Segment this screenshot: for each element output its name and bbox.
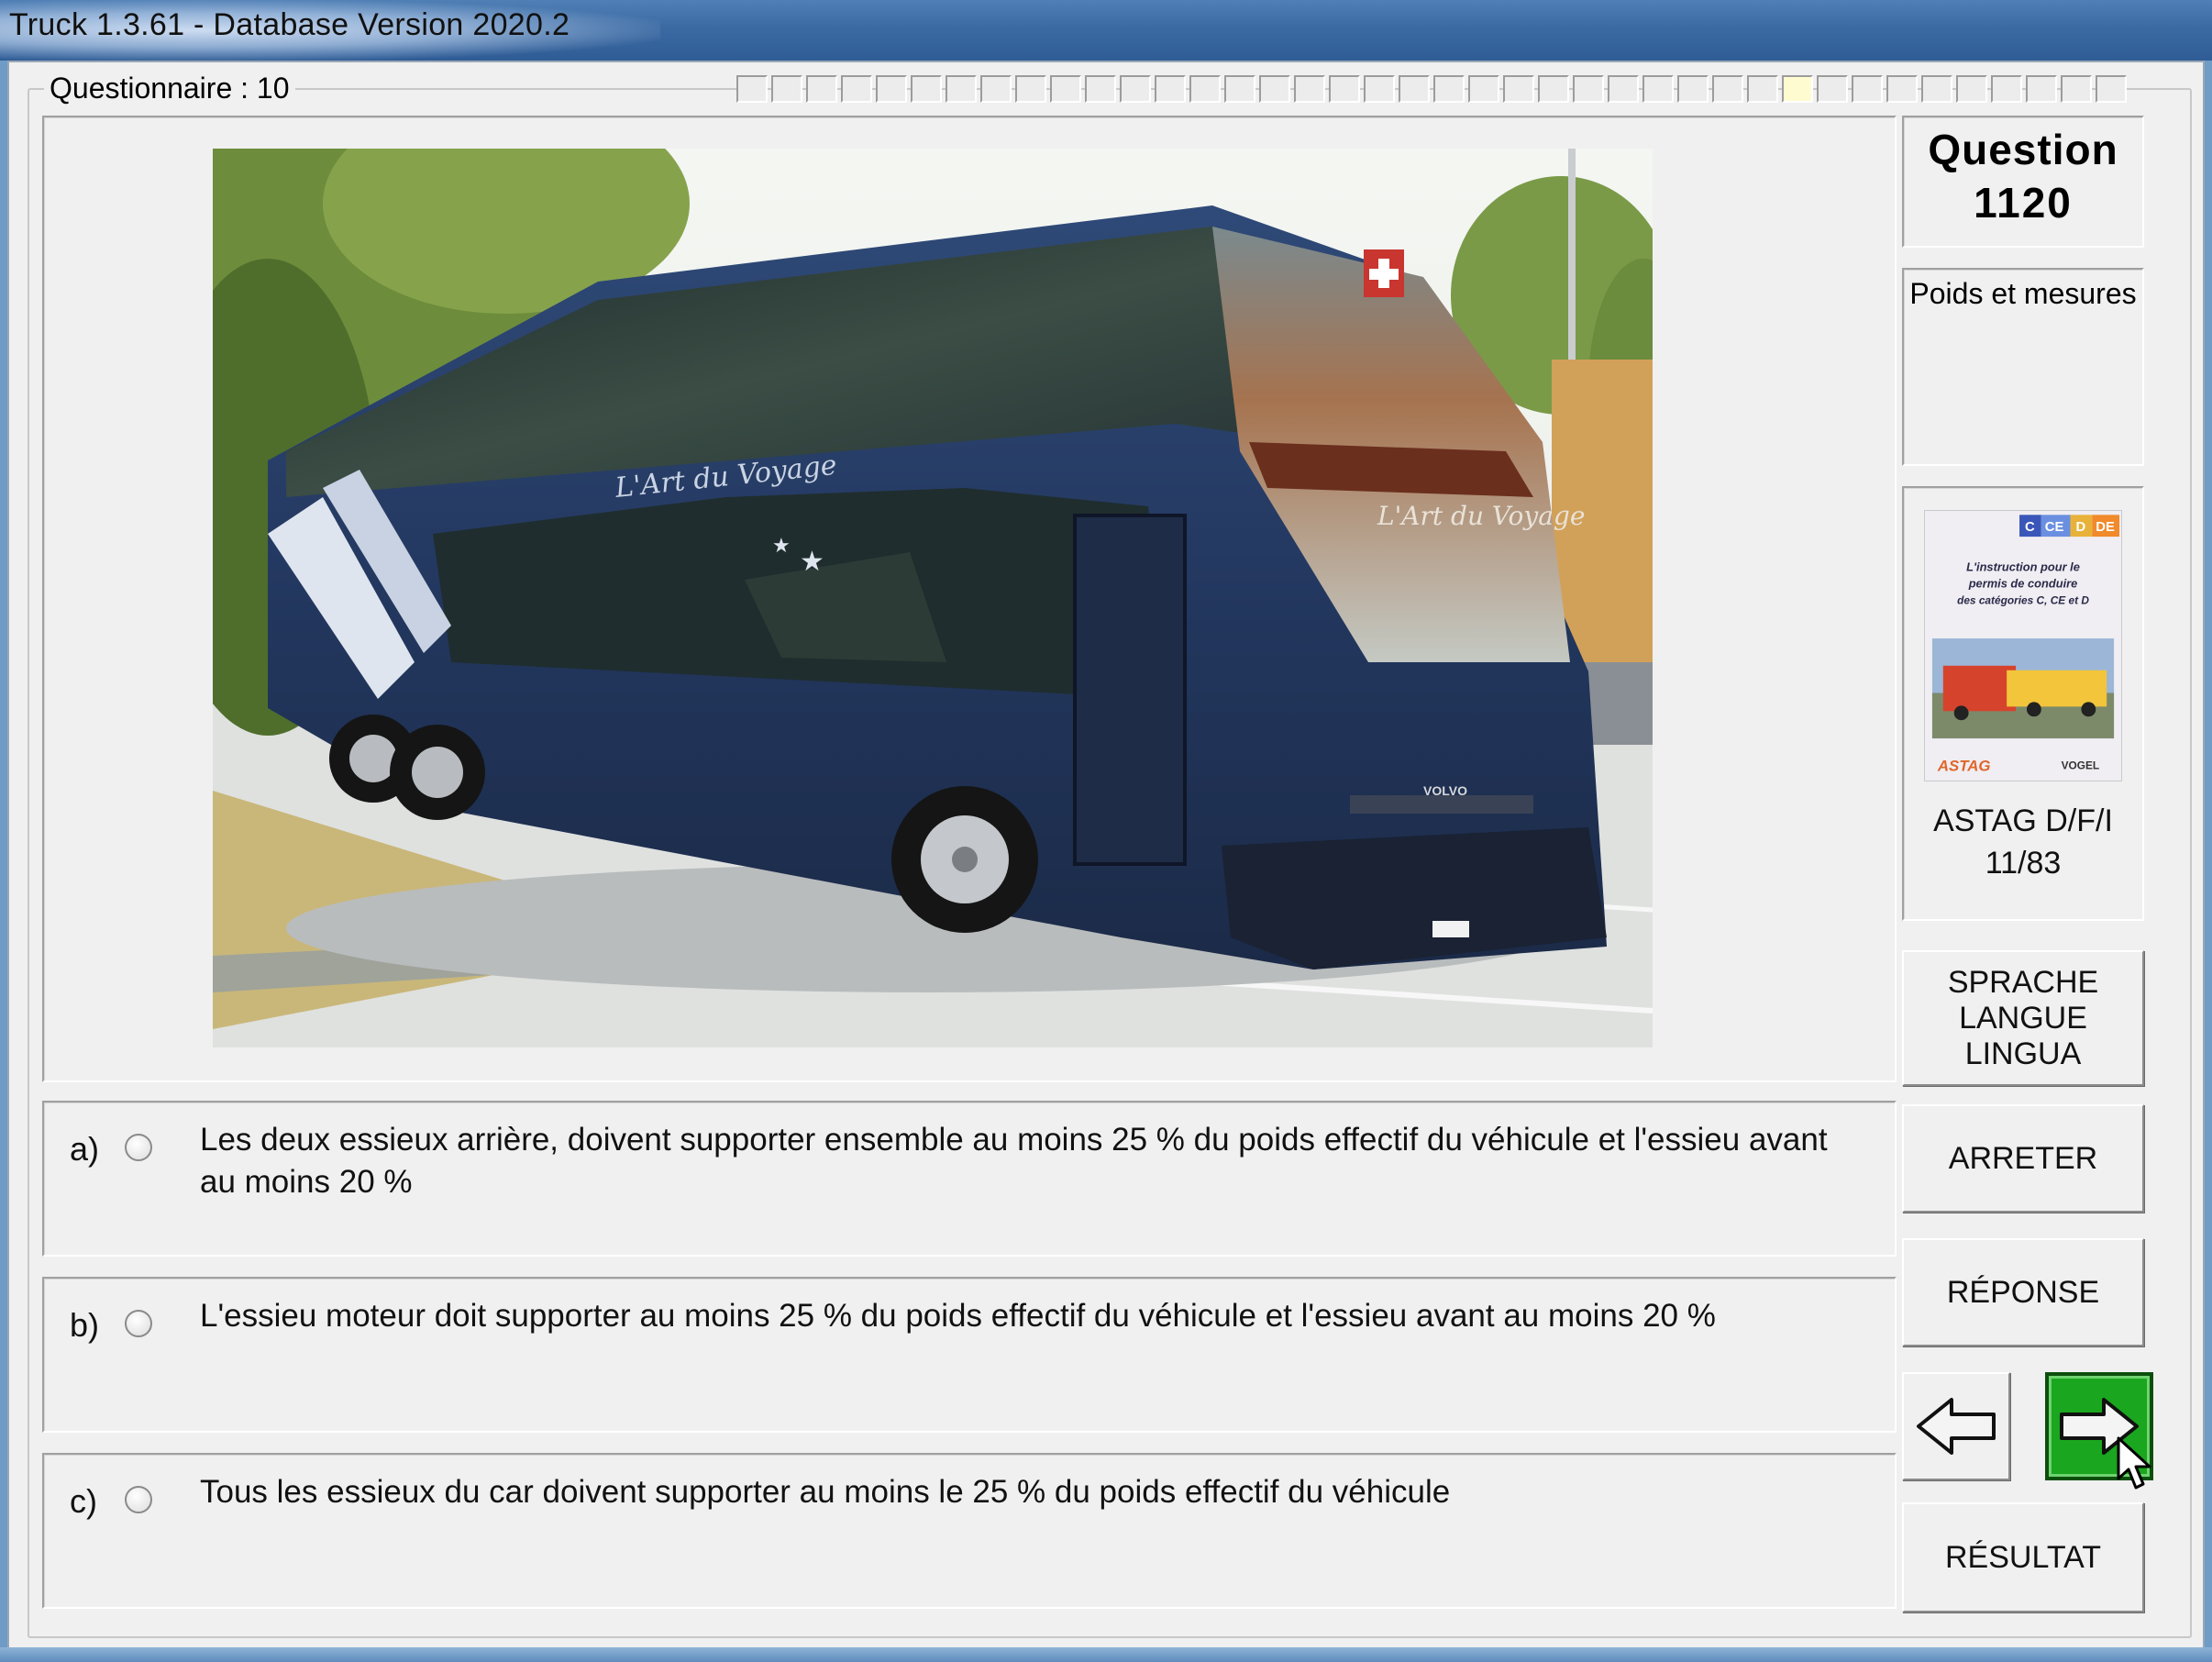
progress-cell	[1399, 75, 1430, 103]
stop-button[interactable]: ARRETER	[1902, 1104, 2144, 1213]
progress-cell	[1712, 75, 1743, 103]
arrow-left-icon	[1917, 1398, 1996, 1455]
progress-cell	[1050, 75, 1081, 103]
question-category: Poids et mesures	[1909, 277, 2137, 310]
language-label-fr: LANGUE	[1959, 1000, 2087, 1036]
progress-cell	[1677, 75, 1709, 103]
source-name: ASTAG D/F/I	[1933, 803, 2113, 838]
book-publisher-astag: ASTAG	[1937, 758, 1991, 775]
mouse-cursor-icon	[2117, 1436, 2151, 1490]
progress-cell	[2061, 75, 2092, 103]
progress-cell	[1573, 75, 1604, 103]
answer-b-letter: b)	[70, 1306, 100, 1344]
progress-cell	[1747, 75, 1778, 103]
answer-b-panel[interactable]: b) L'essieu moteur doit supporter au moi…	[42, 1277, 1897, 1433]
progress-cell	[1921, 75, 1952, 103]
questionnaire-label: Questionnaire : 10	[44, 72, 295, 105]
svg-text:★: ★	[772, 535, 791, 558]
book-badge-c: C	[2025, 520, 2035, 535]
progress-cell	[1956, 75, 1987, 103]
progress-cell	[736, 75, 768, 103]
answer-c-panel[interactable]: c) Tous les essieux du car doivent suppo…	[42, 1453, 1897, 1609]
progress-cell	[1782, 75, 1813, 103]
language-label-it: LINGUA	[1964, 1036, 2082, 1071]
progress-cell	[980, 75, 1012, 103]
answer-b-radio[interactable]	[125, 1310, 152, 1337]
previous-question-button[interactable]	[1902, 1372, 2010, 1480]
progress-cell	[1886, 75, 1918, 103]
progress-cell	[1364, 75, 1395, 103]
main-window: Questionnaire : 10 L'Art du Voyage L'Art…	[7, 61, 2205, 1653]
answer-c-radio[interactable]	[125, 1486, 152, 1513]
progress-cell	[1120, 75, 1151, 103]
answer-a-letter: a)	[70, 1130, 100, 1168]
window-bottom-border	[0, 1647, 2212, 1662]
progress-cell	[1852, 75, 1883, 103]
progress-cell	[1991, 75, 2022, 103]
progress-cell	[2026, 75, 2057, 103]
astag-textbook-cover-icon: C CE D DE L'instruction pour le permis d…	[1924, 510, 2122, 781]
progress-cell	[841, 75, 872, 103]
progress-cell	[1015, 75, 1046, 103]
progress-cell	[1468, 75, 1499, 103]
progress-cell	[1608, 75, 1639, 103]
progress-cell	[2096, 75, 2127, 103]
book-title-line-1: L'instruction pour le	[1966, 560, 2080, 574]
progress-cell	[1294, 75, 1325, 103]
book-badge-d: D	[2075, 520, 2085, 535]
progress-cell	[1538, 75, 1569, 103]
answer-c-text: Tous les essieux du car doivent supporte…	[200, 1474, 1451, 1510]
progress-cell	[1433, 75, 1465, 103]
progress-cell	[1155, 75, 1186, 103]
book-title-line-2: permis de conduire	[1968, 577, 2078, 591]
book-publisher-vogel: VOGEL	[2062, 759, 2100, 772]
progress-cell	[1085, 75, 1116, 103]
progress-cell	[1817, 75, 1848, 103]
progress-cell	[1224, 75, 1255, 103]
coach-brand: VOLVO	[1423, 783, 1467, 798]
question-image: L'Art du Voyage L'Art du Voyage VOLVO ★ …	[213, 149, 1653, 1047]
progress-cell	[946, 75, 977, 103]
progress-cell	[911, 75, 942, 103]
answer-a-panel[interactable]: a) Les deux essieux arrière, doivent sup…	[42, 1101, 1897, 1257]
question-number: 1120	[1974, 179, 2073, 227]
show-answer-button[interactable]: RÉPONSE	[1902, 1238, 2144, 1346]
answer-a-text: Les deux essieux arrière, doivent suppor…	[200, 1122, 1828, 1200]
source-page: 11/83	[1985, 846, 2062, 881]
book-badge-ce: CE	[2045, 520, 2064, 535]
language-label-de: SPRACHE	[1947, 964, 2099, 1000]
answer-b-text: L'essieu moteur doit supporter au moins …	[200, 1298, 1716, 1334]
window-title: Truck 1.3.61 - Database Version 2020.2	[9, 7, 570, 42]
source-book-box: C CE D DE L'instruction pour le permis d…	[1902, 486, 2144, 921]
book-title-line-3: des catégories C, CE et D	[1957, 593, 2089, 606]
progress-cell	[1503, 75, 1534, 103]
language-button[interactable]: SPRACHE LANGUE LINGUA	[1902, 950, 2144, 1086]
result-button[interactable]: RÉSULTAT	[1902, 1502, 2144, 1612]
coach-front-lettering: L'Art du Voyage	[1377, 501, 1585, 531]
book-badge-de: DE	[2096, 520, 2115, 535]
answer-c-letter: c)	[70, 1482, 97, 1520]
window-title-bar[interactable]: Truck 1.3.61 - Database Version 2020.2	[0, 0, 2212, 61]
answer-a-radio[interactable]	[125, 1134, 152, 1161]
progress-cell	[806, 75, 837, 103]
progress-cell	[1189, 75, 1221, 103]
progress-cell	[771, 75, 802, 103]
progress-cell	[1259, 75, 1290, 103]
svg-text:★: ★	[800, 546, 824, 578]
category-box: Poids et mesures	[1902, 268, 2144, 466]
question-number-box: Question 1120	[1902, 116, 2144, 248]
questionnaire-progress	[736, 75, 2127, 103]
progress-cell	[876, 75, 907, 103]
progress-cell	[1642, 75, 1674, 103]
question-label: Question	[1928, 126, 2118, 173]
progress-cell	[1329, 75, 1360, 103]
